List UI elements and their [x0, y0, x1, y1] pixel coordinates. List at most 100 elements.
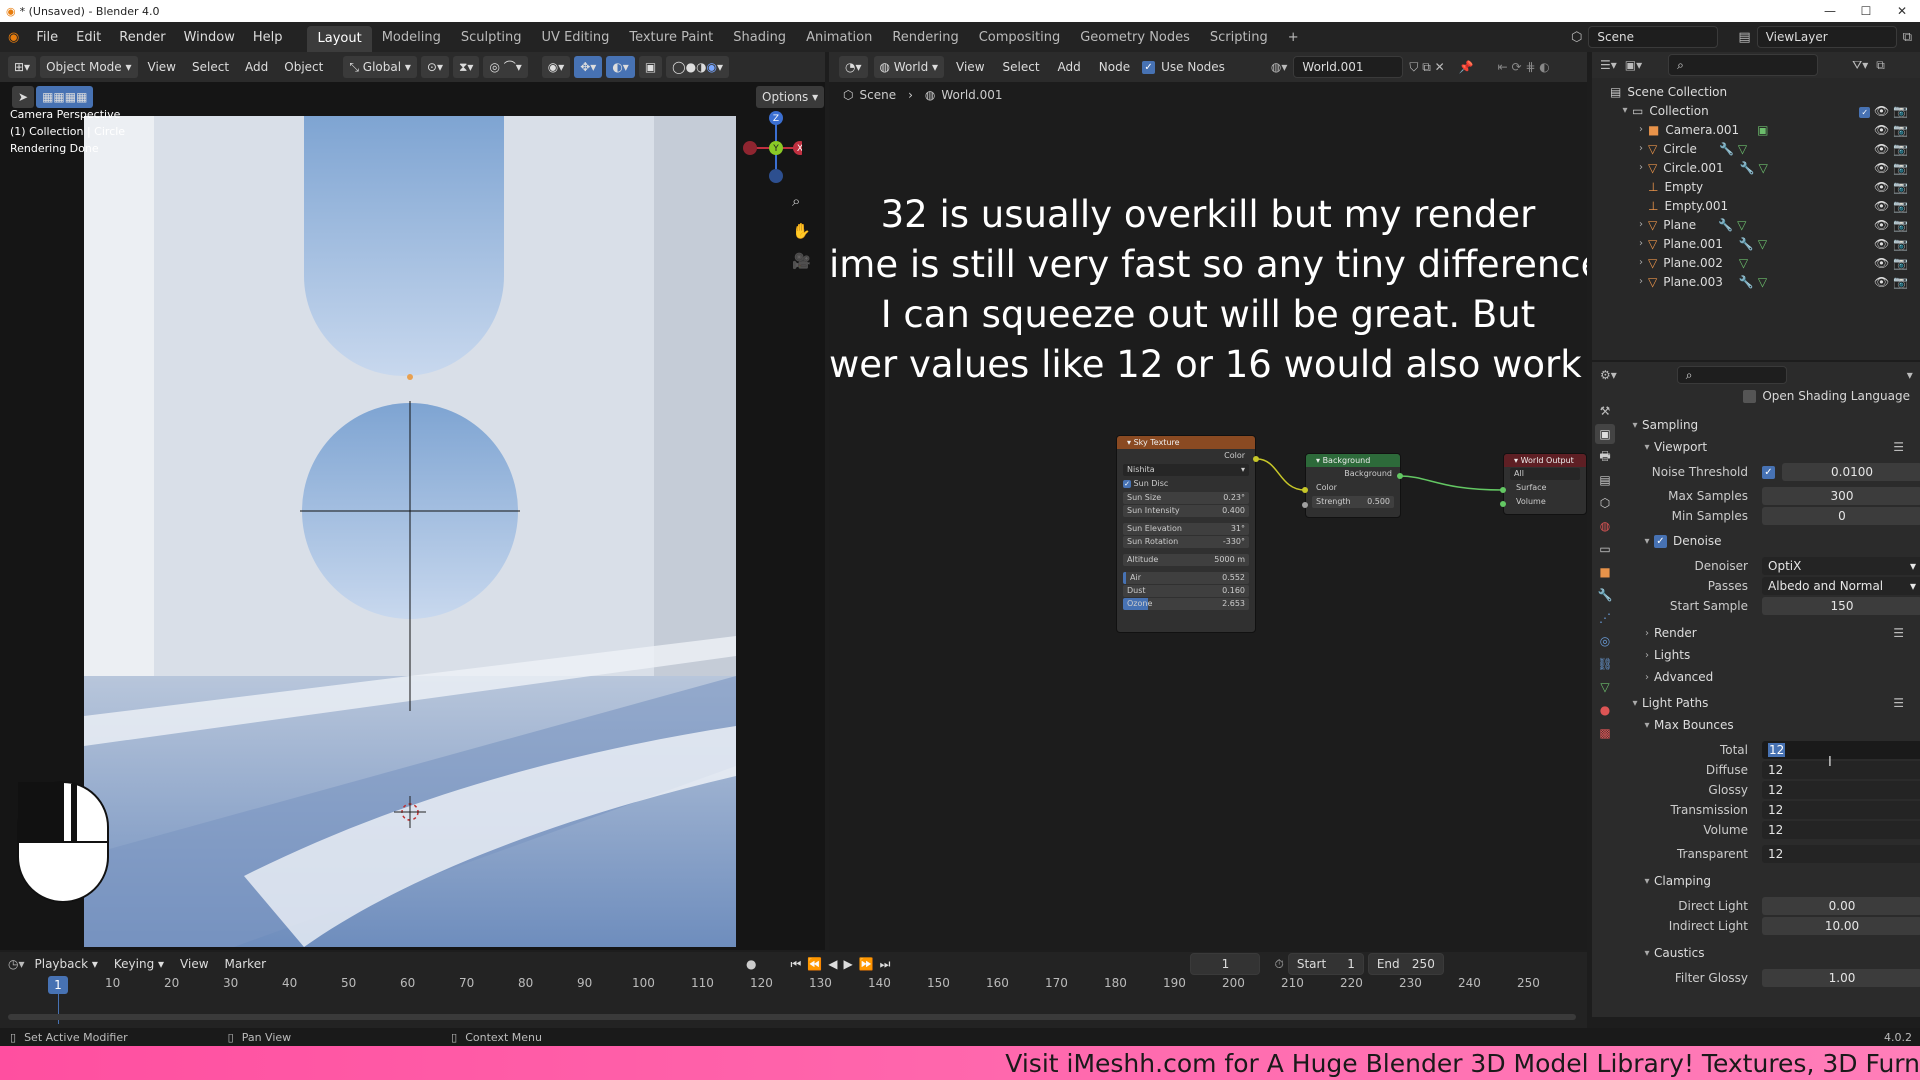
- timeline-editor-type-icon[interactable]: ◷▾: [8, 957, 25, 971]
- presets-list-icon[interactable]: ☰: [1893, 696, 1904, 710]
- diffuse-bounces-field[interactable]: 12: [1762, 761, 1920, 779]
- denoiser-dropdown[interactable]: OptiX ▾: [1762, 557, 1920, 575]
- maximize-button[interactable]: ☐: [1848, 0, 1884, 22]
- tab-rendering[interactable]: Rendering: [882, 30, 968, 45]
- visibility-icons[interactable]: 👁 📷: [1874, 275, 1908, 289]
- camera-view-icon[interactable]: 🎥: [792, 252, 811, 270]
- viewport-subsection[interactable]: ▾ Viewport ☰: [1628, 436, 1918, 458]
- menu-file[interactable]: File: [27, 30, 67, 45]
- scene-tab-icon[interactable]: ⬡: [1595, 493, 1615, 513]
- world-output-target[interactable]: All: [1510, 468, 1580, 480]
- sky-texture-node[interactable]: ▾ Sky Texture Color Nishita ▾ ✓ Sun Disc …: [1116, 435, 1256, 633]
- start-frame-field[interactable]: Start 1: [1287, 953, 1364, 975]
- properties-options-icon[interactable]: ▾: [1907, 368, 1913, 382]
- sky-texture-header[interactable]: ▾ Sky Texture: [1117, 436, 1255, 449]
- dust-field[interactable]: Dust 0.160: [1123, 585, 1249, 597]
- background-output-socket[interactable]: [1397, 473, 1403, 479]
- overlay-toggle-icon[interactable]: ◐▾: [606, 56, 635, 78]
- playback-menu[interactable]: Playback ▾: [29, 957, 104, 971]
- outliner-item-plane-002[interactable]: › ▽ Plane.002 ▽ 👁 📷: [1592, 253, 1920, 272]
- editor-type-icon[interactable]: ⊞▾: [8, 56, 37, 78]
- properties-search-input[interactable]: ⌕: [1676, 366, 1787, 384]
- caustics-subsection[interactable]: ▾ Caustics: [1628, 942, 1918, 964]
- outliner-item-plane-001[interactable]: › ▽ Plane.001 🔧 ▽ 👁 📷: [1592, 234, 1920, 253]
- visibility-icons[interactable]: 👁 📷: [1874, 199, 1908, 213]
- tab-shading[interactable]: Shading: [723, 30, 796, 45]
- world-output-node[interactable]: ▾ World Output All Surface Volume: [1503, 453, 1587, 515]
- node-menu-add[interactable]: Add: [1052, 60, 1087, 74]
- viewport-menu-view[interactable]: View: [142, 60, 182, 74]
- timeline[interactable]: ◷▾ Playback ▾ Keying ▾ View Marker ● ⏮⏪◀…: [0, 952, 1587, 1028]
- stopwatch-icon[interactable]: ⏱: [1274, 957, 1283, 972]
- render-tab-icon[interactable]: ▣: [1595, 424, 1615, 444]
- collection-tab-icon[interactable]: ▭: [1595, 539, 1615, 559]
- clamping-subsection[interactable]: ▾ Clamping: [1628, 870, 1918, 892]
- output-tab-icon[interactable]: 🖶: [1595, 447, 1615, 467]
- material-tab-icon[interactable]: ●: [1595, 700, 1615, 720]
- sun-size-field[interactable]: Sun Size 0.23°: [1123, 492, 1249, 504]
- presets-list-icon[interactable]: ☰: [1893, 440, 1904, 454]
- tab-scripting[interactable]: Scripting: [1200, 30, 1278, 45]
- collection-row[interactable]: ▾ ▭ Collection ✓ 👁 📷: [1592, 101, 1920, 120]
- transmission-bounces-field[interactable]: 12: [1762, 801, 1920, 819]
- tab-sculpting[interactable]: Sculpting: [451, 30, 532, 45]
- tab-layout[interactable]: Layout: [307, 26, 372, 52]
- passes-dropdown[interactable]: Albedo and Normal ▾: [1762, 577, 1920, 595]
- volume-socket[interactable]: [1500, 501, 1506, 507]
- node-snap-icons[interactable]: ⇤ ⟳ ⋕ ◐: [1498, 60, 1550, 74]
- menu-help[interactable]: Help: [244, 30, 292, 45]
- shader-type-dropdown[interactable]: ◍ World ▾: [873, 56, 945, 78]
- background-header[interactable]: ▾ Background: [1306, 454, 1400, 467]
- tab-texture-paint[interactable]: Texture Paint: [619, 30, 723, 45]
- properties-editor-type-icon[interactable]: ⚙▾: [1600, 368, 1617, 382]
- tab-uv-editing[interactable]: UV Editing: [532, 30, 620, 45]
- new-collection-icon[interactable]: ⧉: [1876, 58, 1885, 73]
- min-samples-field[interactable]: 0: [1762, 507, 1920, 525]
- use-nodes-checkbox[interactable]: ✓: [1142, 60, 1156, 74]
- start-sample-field[interactable]: 150: [1762, 597, 1920, 615]
- orientation-dropdown[interactable]: ⤡ Global ▾: [343, 56, 417, 78]
- noise-threshold-field[interactable]: 0.0100: [1782, 463, 1920, 481]
- object-mode-dropdown[interactable]: Object Mode ▾: [40, 56, 138, 78]
- background-color-socket[interactable]: [1302, 487, 1308, 493]
- glossy-bounces-field[interactable]: 12: [1762, 781, 1920, 799]
- particles-tab-icon[interactable]: ⋰: [1595, 608, 1615, 628]
- sun-intensity-field[interactable]: Sun Intensity 0.400: [1123, 505, 1249, 517]
- proportional-edit-icon[interactable]: ◎ ⌒▾: [483, 56, 528, 78]
- blender-menu-icon[interactable]: ◉: [0, 30, 27, 45]
- snap-icon[interactable]: ⧗▾: [452, 56, 480, 78]
- denoise-checkbox[interactable]: ✓: [1654, 534, 1667, 548]
- background-node[interactable]: ▾ Background Background Color Strength 0.…: [1305, 453, 1401, 518]
- pin-icon[interactable]: 📌: [1459, 60, 1474, 74]
- visibility-icons[interactable]: 👁 📷: [1874, 237, 1908, 251]
- select-tool-icon[interactable]: ➤: [12, 86, 35, 108]
- outliner-item-circle[interactable]: › ▽ Circle 🔧 ▽ 👁 📷: [1592, 139, 1920, 158]
- osl-checkbox[interactable]: [1743, 389, 1757, 403]
- shading-modes-icon[interactable]: ◯●◑◉▾: [666, 56, 730, 78]
- view-layer-selector[interactable]: ViewLayer: [1756, 26, 1897, 48]
- strength-socket[interactable]: [1302, 502, 1308, 508]
- direct-light-field[interactable]: 0.00: [1762, 897, 1920, 915]
- close-button[interactable]: ✕: [1884, 0, 1920, 22]
- outliner-item-empty[interactable]: ⊥ Empty 👁 📷: [1592, 177, 1920, 196]
- tab-geometry-nodes[interactable]: Geometry Nodes: [1070, 30, 1200, 45]
- outliner-item-plane-003[interactable]: › ▽ Plane.003 🔧 ▽ 👁 📷: [1592, 272, 1920, 291]
- visibility-icon[interactable]: ◉▾: [541, 56, 571, 78]
- viewport-menu-object[interactable]: Object: [278, 60, 329, 74]
- viewport-menu-add[interactable]: Add: [239, 60, 274, 74]
- outliner-item-empty-001[interactable]: ⊥ Empty.001 👁 📷: [1592, 196, 1920, 215]
- timeline-ruler[interactable]: 1 10 20 30 40 50 60 70 80 90 100 110 120…: [0, 976, 1587, 998]
- transparent-bounces-field[interactable]: 12: [1762, 845, 1920, 863]
- sun-rotation-field[interactable]: Sun Rotation -330°: [1123, 536, 1249, 548]
- end-frame-field[interactable]: End 250: [1367, 953, 1444, 975]
- osl-toggle[interactable]: Open Shading Language: [1628, 386, 1918, 406]
- menu-window[interactable]: Window: [175, 30, 244, 45]
- noise-threshold-checkbox[interactable]: ✓: [1762, 465, 1775, 479]
- expand-chevron-icon[interactable]: ▾: [1618, 105, 1632, 116]
- tab-animation[interactable]: Animation: [796, 30, 882, 45]
- sun-elevation-field[interactable]: Sun Elevation 31°: [1123, 523, 1249, 535]
- new-view-layer-icon[interactable]: ⧉: [1903, 30, 1912, 45]
- node-editor-type-icon[interactable]: ◔▾: [839, 56, 868, 78]
- timeline-view-menu[interactable]: View: [174, 957, 214, 971]
- viewport-menu-select[interactable]: Select: [186, 60, 235, 74]
